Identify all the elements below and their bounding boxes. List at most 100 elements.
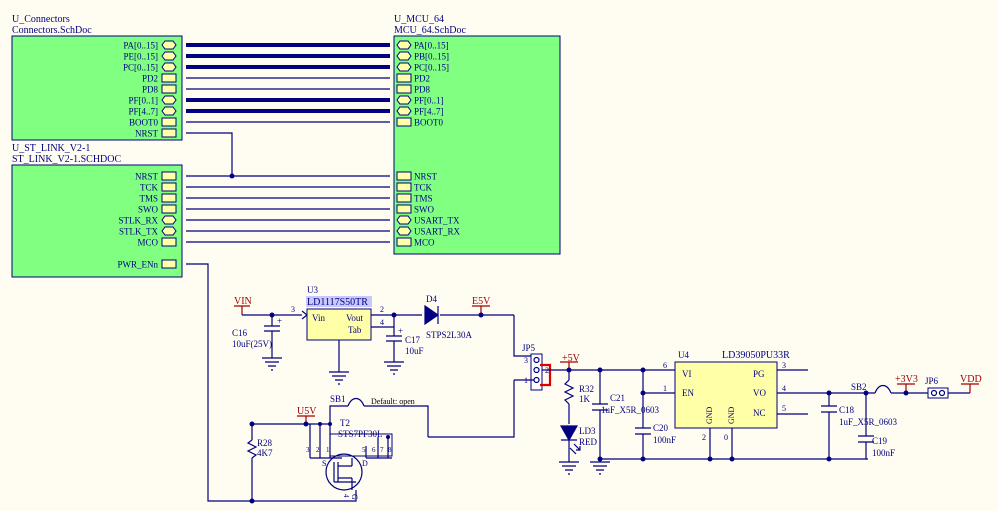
- u4-vi: VI: [682, 369, 692, 379]
- stlink-file: ST_LINK_V2-1.SCHDOC: [12, 154, 122, 165]
- u3-vin: Vin: [312, 313, 325, 323]
- c19-value: 100nF: [872, 448, 895, 458]
- u4-value: LD39050PU33R: [722, 350, 790, 361]
- junction-t2a: [318, 422, 322, 426]
- vdd-port-icon: [961, 383, 979, 393]
- junction-t2b: [328, 422, 332, 426]
- connectors-port-label: PD2: [142, 74, 158, 84]
- u4-gnd1: GND: [705, 406, 714, 424]
- stlink-port-tms[interactable]: [161, 193, 177, 203]
- sb1-bridge-icon: [347, 397, 365, 407]
- mcu-port-label: PC[0..15]: [414, 63, 449, 73]
- junction-gnd-c: [707, 456, 713, 462]
- mcu-port-label: PF[4..7]: [414, 107, 444, 117]
- junction-gnd-b: [640, 456, 646, 462]
- stlink-port-mco[interactable]: [161, 237, 177, 247]
- connectors-port-nrst[interactable]: [161, 128, 177, 138]
- t2-s: S: [322, 459, 326, 468]
- stlink-port-swo[interactable]: [161, 204, 177, 214]
- mcu-port-pa-0-15[interactable]: [396, 40, 412, 50]
- mcu-port-pf-0-1[interactable]: [396, 95, 412, 105]
- ground-icon: [559, 461, 579, 475]
- mcu-file: MCU_64.SchDoc: [394, 25, 467, 36]
- r32-resistor-icon: [563, 379, 575, 405]
- mcu-port-pd2[interactable]: [396, 73, 412, 83]
- mcu-port-tms[interactable]: [396, 193, 412, 203]
- connectors-designator: U_Connectors: [12, 14, 70, 25]
- r32-value: 1K: [579, 394, 591, 404]
- u3-pin3: 3: [291, 305, 295, 314]
- u4-en: EN: [682, 388, 694, 398]
- u3-tab: Tab: [348, 325, 362, 335]
- connectors-port-boot0[interactable]: [161, 117, 177, 127]
- mcu-designator: U_MCU_64: [394, 14, 444, 25]
- t2-mosfet-icon: [325, 453, 363, 491]
- mcu-port-pf-4-7[interactable]: [396, 106, 412, 116]
- u4-pin5: 5: [782, 404, 786, 413]
- ldo-section: +5V R32 1K LD3 RED C21 1uF_X5R_0603 C20 …: [559, 350, 982, 475]
- stlink-port-tck[interactable]: [161, 182, 177, 192]
- stlink-port-pwr-enn[interactable]: [161, 259, 177, 269]
- u4-pin6: 6: [663, 361, 667, 370]
- c17-value: 10uF: [405, 346, 424, 356]
- vin-port-icon: [234, 305, 250, 315]
- d4-ref: D4: [426, 294, 437, 304]
- t2-ref: T2: [340, 418, 350, 428]
- stlink-port-label: PWR_ENn: [118, 260, 159, 270]
- mcu-port-usart-tx[interactable]: [396, 215, 412, 225]
- connectors-port-pf-4-7[interactable]: [161, 106, 177, 116]
- u4-pin0: 0: [724, 433, 728, 442]
- mcu-port-label: TMS: [414, 194, 433, 204]
- stlink-port-nrst[interactable]: [161, 171, 177, 181]
- junction-t2c: [386, 435, 390, 439]
- junction-gnd-a: [597, 456, 603, 462]
- mcu-port-label: NRST: [414, 172, 438, 182]
- t2-pin8: 8: [388, 446, 392, 454]
- vin-section: VIN 3 + C16 10uF(25V) U3 LD1117S50TR Vin…: [232, 285, 514, 385]
- t2-pin7: 7: [380, 446, 384, 454]
- stlink-designator: U_ST_LINK_V2-1: [12, 143, 90, 154]
- sb2-ref: SB2: [851, 382, 867, 392]
- junction-gnd-d: [729, 456, 735, 462]
- c16-plus: +: [277, 316, 282, 326]
- sb2-bridge-icon: [874, 384, 892, 394]
- t2-d: D: [362, 459, 368, 468]
- connectors-port-label: PA[0..15]: [123, 41, 158, 51]
- mcu-port-boot0[interactable]: [396, 117, 412, 127]
- d4-value: STPS2L30A: [426, 330, 473, 340]
- connectors-port-label: NRST: [135, 129, 159, 139]
- mcu-port-usart-rx[interactable]: [396, 226, 412, 236]
- connectors-file: Connectors.SchDoc: [12, 25, 92, 36]
- u5v-label: U5V: [297, 406, 317, 417]
- connectors-port-label: PF[0..1]: [128, 96, 158, 106]
- connectors-port-pd8[interactable]: [161, 84, 177, 94]
- stlink-port-stlk-rx[interactable]: [161, 215, 177, 225]
- t2-pin6: 6: [372, 446, 376, 454]
- u3-ref: U3: [307, 285, 318, 295]
- connectors-port-pf-0-1[interactable]: [161, 95, 177, 105]
- stlink-port-stlk-tx[interactable]: [161, 226, 177, 236]
- ld3-value: RED: [579, 437, 598, 447]
- connectors-port-pa-0-15[interactable]: [161, 40, 177, 50]
- stlink-port-label: SWO: [138, 205, 159, 215]
- connectors-port-pd2[interactable]: [161, 73, 177, 83]
- c17-plus: +: [398, 326, 403, 336]
- mcu-port-label: BOOT0: [414, 118, 443, 128]
- mcu-port-mco[interactable]: [396, 237, 412, 247]
- mcu-port-label: PA[0..15]: [414, 41, 449, 51]
- t2-g: G: [350, 494, 359, 500]
- mcu-port-label: PD8: [414, 85, 431, 95]
- r28-ref: R28: [257, 438, 273, 448]
- jp5-ref: JP5: [522, 343, 536, 353]
- mcu-port-pb-0-15[interactable]: [396, 51, 412, 61]
- connectors-port-label: BOOT0: [129, 118, 158, 128]
- c21-ref: C21: [610, 393, 625, 403]
- connectors-port-pe-0-15[interactable]: [161, 51, 177, 61]
- connectors-port-pc-0-15[interactable]: [161, 62, 177, 72]
- t2-pin4: 4: [342, 494, 350, 498]
- mcu-port-pd8[interactable]: [396, 84, 412, 94]
- mcu-port-pc-0-15[interactable]: [396, 62, 412, 72]
- mcu-port-nrst[interactable]: [396, 171, 412, 181]
- mcu-port-swo[interactable]: [396, 204, 412, 214]
- mcu-port-tck[interactable]: [396, 182, 412, 192]
